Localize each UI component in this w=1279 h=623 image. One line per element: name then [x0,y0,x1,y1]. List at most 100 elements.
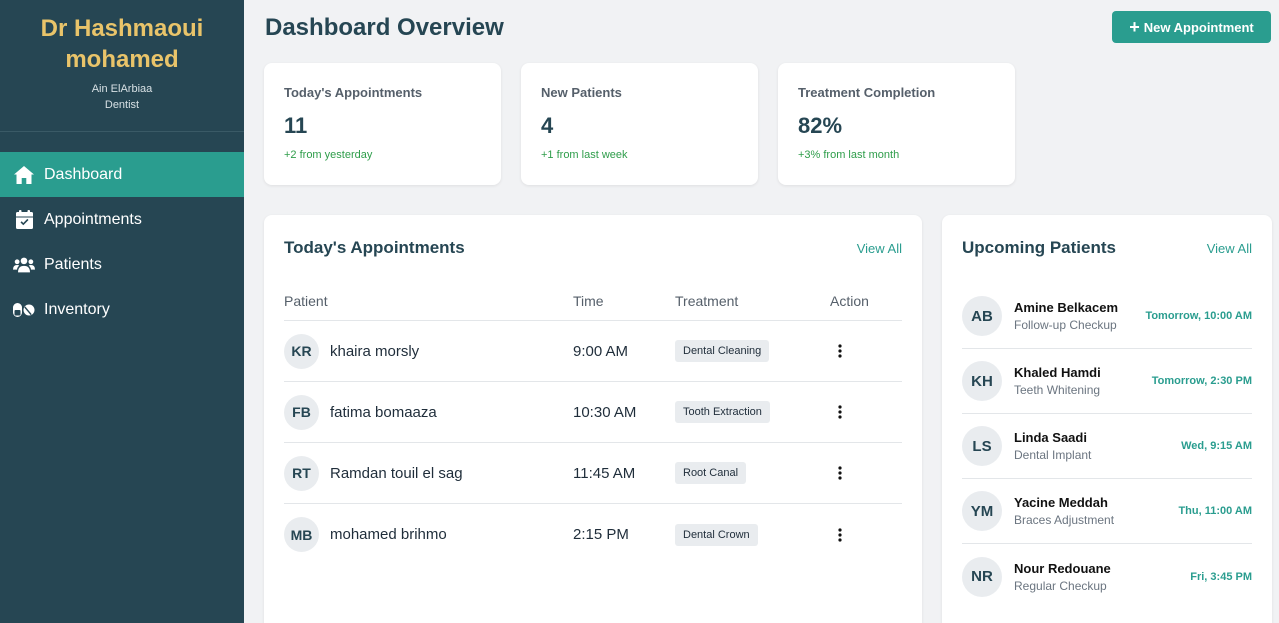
sidebar-item-patients[interactable]: Patients [0,242,244,287]
panel-title: Upcoming Patients [962,238,1116,257]
doctor-location: Ain ElArbiaa [91,83,153,95]
appointment-time: Wed, 9:15 AM [1181,440,1252,452]
column-header-patient: Patient [284,292,328,309]
treatment-cell: Dental Cleaning [675,340,830,362]
patient-info: Khaled Hamdi Teeth Whitening [1014,365,1152,397]
action-cell [830,402,902,422]
stat-title: Today's Appointments [284,85,423,100]
column-header-action: Action [830,292,869,309]
treatment-name: Braces Adjustment [1014,513,1115,527]
patient-name: Nour Redouane [1014,560,1111,576]
upcoming-list: AB Amine Belkacem Follow-up Checkup Tomo… [962,284,1252,609]
appointment-time: Thu, 11:00 AM [1178,505,1252,517]
panel-header: Upcoming Patients View All [962,215,1252,281]
avatar: FB [284,394,319,430]
appointment-time: Tomorrow, 10:00 AM [1145,310,1252,322]
stat-title: Treatment Completion [798,85,936,100]
stat-change: +3% from last month [798,149,900,161]
list-item[interactable]: LS Linda Saadi Dental Implant Wed, 9:15 … [962,414,1252,479]
more-options-icon[interactable] [830,402,850,422]
treatment-cell: Tooth Extraction [675,401,830,423]
patient-name: Khaled Hamdi [1014,365,1101,380]
patient-cell: MB mohamed brihmo [284,517,573,552]
column-header-treatment: Treatment [675,292,739,309]
stat-value: 82% [798,113,843,138]
stat-card-treatment-completion: Treatment Completion 82% +3% from last m… [778,63,1015,185]
patient-name: Ramdan touil el sag [330,464,463,482]
view-all-appointments-link[interactable]: View All [857,241,902,256]
avatar: MB [284,517,319,552]
treatment-badge: Dental Crown [675,523,758,546]
stat-value: 4 [541,113,554,138]
sidebar-item-dashboard[interactable]: Dashboard [0,152,244,197]
patient-cell: KR khaira morsly [284,333,573,369]
new-appointment-button[interactable]: + New Appointment [1112,11,1271,43]
avatar: YM [962,491,1002,531]
table-row[interactable]: RT Ramdan touil el sag 11:45 AM Root Can… [284,443,902,504]
avatar: KH [962,361,1002,401]
sidebar-nav: Dashboard Appointments Patients Inventor… [0,152,244,332]
patient-info: Nour Redouane Regular Checkup [1014,561,1190,593]
treatment-badge: Tooth Extraction [675,401,770,423]
new-appointment-label: New Appointment [1143,19,1254,35]
main-content: Dashboard Overview + New Appointment Tod… [244,0,1279,623]
page-title: Dashboard Overview [265,14,504,41]
treatment-badge: Root Canal [675,462,747,484]
patient-info: Linda Saadi Dental Implant [1014,430,1181,462]
doctor-role: Dentist [104,99,140,111]
sidebar-item-label: Dashboard [44,165,123,183]
more-options-icon[interactable] [830,341,850,361]
doctor-name-line1: Dr Hashmaoui [40,15,204,42]
table-row[interactable]: KR khaira morsly 9:00 AM Dental Cleaning [284,321,902,382]
patient-cell: FB fatima bomaaza [284,394,573,430]
doctor-name-line2: mohamed [65,46,179,73]
sidebar-item-label: Inventory [44,300,110,318]
appointment-time: Tomorrow, 2:30 PM [1151,375,1252,387]
action-cell [830,463,902,483]
patient-name: khaira morsly [330,342,420,360]
patient-name: Yacine Meddah [1014,495,1108,510]
patient-name: fatima bomaaza [330,403,437,421]
list-item[interactable]: YM Yacine Meddah Braces Adjustment Thu, … [962,479,1252,544]
stat-change: +1 from last week [541,149,628,161]
patient-cell: RT Ramdan touil el sag [284,455,573,491]
list-item[interactable]: KH Khaled Hamdi Teeth Whitening Tomorrow… [962,349,1252,414]
stat-card-appointments: Today's Appointments 11 +2 from yesterda… [264,63,501,185]
patient-name: mohamed brihmo [330,526,447,543]
users-icon [13,254,35,276]
table-row[interactable]: FB fatima bomaaza 10:30 AM Tooth Extract… [284,382,902,443]
patient-info: Yacine Meddah Braces Adjustment [1014,495,1178,527]
sidebar-item-inventory[interactable]: Inventory [0,287,244,332]
stat-value: 11 [284,113,308,138]
avatar: KR [284,333,319,369]
pills-icon [13,299,35,321]
sidebar-item-appointments[interactable]: Appointments [0,197,244,242]
appointment-time: 11:45 AM [573,464,636,482]
more-options-icon[interactable] [830,463,850,483]
stat-title: New Patients [541,85,622,100]
treatment-name: Follow-up Checkup [1014,318,1117,332]
doctor-profile: Dr Hashmaoui mohamed Ain ElArbiaa Dentis… [0,0,244,132]
patient-name: Linda Saadi [1014,430,1087,445]
avatar: LS [962,426,1002,466]
appointment-time: 2:15 PM [573,526,629,543]
sidebar: Dr Hashmaoui mohamed Ain ElArbiaa Dentis… [0,0,244,623]
avatar: NR [962,556,1002,597]
more-options-icon[interactable] [830,525,850,545]
view-all-upcoming-link[interactable]: View All [1207,241,1252,256]
table-row[interactable]: MB mohamed brihmo 2:15 PM Dental Crown [284,504,902,565]
table-header: Patient Time Treatment Action [284,281,902,321]
treatment-name: Regular Checkup [1014,578,1107,593]
treatment-name: Dental Implant [1014,448,1092,462]
list-item[interactable]: NR Nour Redouane Regular Checkup Fri, 3:… [962,544,1252,609]
patient-info: Amine Belkacem Follow-up Checkup [1014,300,1145,332]
treatment-cell: Root Canal [675,462,830,484]
treatment-cell: Dental Crown [675,523,830,546]
list-item[interactable]: AB Amine Belkacem Follow-up Checkup Tomo… [962,284,1252,349]
avatar: AB [962,296,1002,336]
panel-title: Today's Appointments [284,238,465,257]
treatment-name: Teeth Whitening [1014,383,1101,397]
action-cell [830,341,902,361]
stat-card-new-patients: New Patients 4 +1 from last week [521,63,758,185]
treatment-badge: Dental Cleaning [675,340,770,362]
